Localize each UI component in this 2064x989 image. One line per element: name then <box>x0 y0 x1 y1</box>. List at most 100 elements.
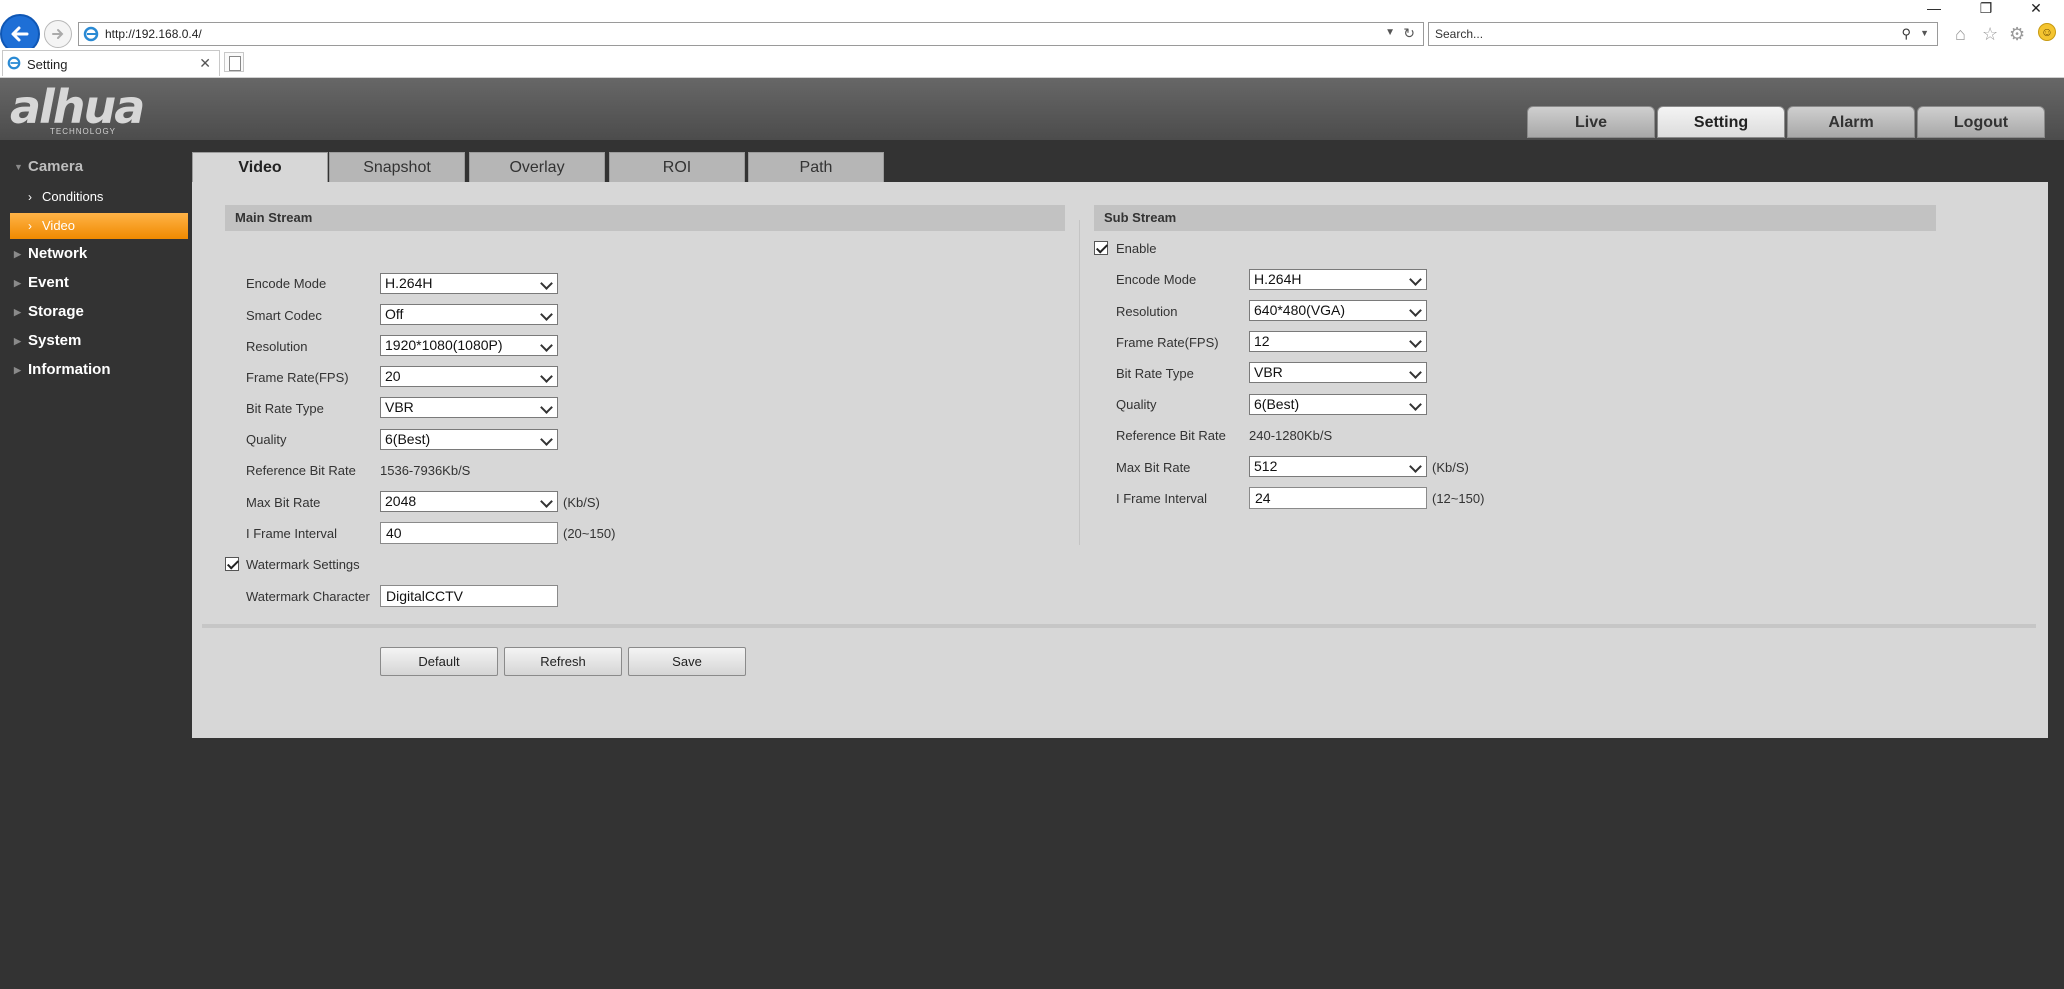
sub-i-frame-interval-input[interactable] <box>1249 487 1427 509</box>
stream-divider <box>1079 220 1080 545</box>
browser-search-input[interactable] <box>1435 26 1855 42</box>
address-url: http://192.168.0.4/ <box>105 27 202 41</box>
sidebar-group-event[interactable]: ▶ Event <box>14 274 69 291</box>
top-tab-alarm[interactable]: Alarm <box>1787 106 1915 138</box>
sub-bit-rate-type-select[interactable]: VBR <box>1249 362 1427 383</box>
ie-logo-icon <box>7 56 21 70</box>
refresh-icon[interactable]: ↻ <box>1403 25 1415 42</box>
logo-tagline: TECHNOLOGY <box>50 127 117 136</box>
browser-search-box[interactable]: ⚲ ▼ <box>1428 22 1938 46</box>
gear-icon[interactable]: ⚙ <box>2009 24 2025 45</box>
minimize-icon[interactable]: — <box>1924 0 1944 16</box>
main-i-frame-interval-range: (20~150) <box>563 526 616 541</box>
frame-rate-label: Frame Rate(FPS) <box>246 370 349 385</box>
sidebar-group-network[interactable]: ▶ Network <box>14 245 87 262</box>
sub-stream-enable-checkbox[interactable] <box>1094 241 1108 255</box>
top-tab-live[interactable]: Live <box>1527 106 1655 138</box>
sub-i-frame-interval-label: I Frame Interval <box>1116 491 1208 506</box>
main-frame-rate-select[interactable]: 20 <box>380 366 558 387</box>
i-frame-interval-label: I Frame Interval <box>246 526 338 541</box>
main-resolution-select[interactable]: 1920*1080(1080P) <box>380 335 558 356</box>
sub-stream-header: Sub Stream <box>1094 205 1936 231</box>
new-tab-button[interactable] <box>224 52 244 72</box>
tab-path[interactable]: Path <box>748 152 884 182</box>
collapsed-triangle-icon: ▶ <box>14 306 21 317</box>
sidebar-group-label: Network <box>28 245 88 262</box>
sidebar-group-label: Event <box>28 274 69 291</box>
enable-label: Enable <box>1116 241 1157 256</box>
app-header: alhua TECHNOLOGY Live Setting Alarm Logo… <box>0 78 2064 140</box>
sidebar <box>0 140 192 989</box>
close-window-icon[interactable]: ✕ <box>2026 0 2046 17</box>
top-tab-setting[interactable]: Setting <box>1657 106 1785 138</box>
main-stream-header: Main Stream <box>225 205 1065 231</box>
sidebar-group-camera[interactable]: ▼ Camera <box>14 158 83 175</box>
sidebar-group-system[interactable]: ▶ System <box>14 332 81 349</box>
sidebar-item-conditions[interactable]: › Conditions <box>10 184 188 210</box>
home-icon[interactable]: ⌂ <box>1955 24 1966 45</box>
watermark-character-input[interactable] <box>380 585 558 607</box>
dahua-logo: alhua TECHNOLOGY <box>10 80 145 136</box>
address-dropdown-icon[interactable]: ▼ <box>1385 27 1395 38</box>
ie-logo-icon <box>83 26 99 42</box>
collapsed-triangle-icon: ▶ <box>14 364 21 375</box>
forward-button[interactable] <box>44 20 72 48</box>
collapsed-triangle-icon: ▶ <box>14 248 21 259</box>
sidebar-item-label: Video <box>42 218 76 233</box>
sub-encode-mode-select[interactable]: H.264H <box>1249 269 1427 290</box>
watermark-settings-label: Watermark Settings <box>246 557 360 572</box>
sidebar-group-label: Camera <box>28 158 84 175</box>
tab-overlay[interactable]: Overlay <box>469 152 605 182</box>
sub-quality-select[interactable]: 6(Best) <box>1249 394 1427 415</box>
sub-reference-bit-rate-label: Reference Bit Rate <box>1116 428 1226 443</box>
sub-max-bit-rate-select[interactable]: 512 <box>1249 456 1427 477</box>
reference-bit-rate-label: Reference Bit Rate <box>246 463 356 478</box>
sub-max-bit-rate-unit: (Kb/S) <box>1432 460 1469 475</box>
logo-wordmark: alhua <box>10 80 145 134</box>
sidebar-item-video[interactable]: › Video <box>10 213 188 239</box>
sidebar-group-label: Information <box>28 361 111 378</box>
sidebar-group-storage[interactable]: ▶ Storage <box>14 303 84 320</box>
sub-resolution-select[interactable]: 640*480(VGA) <box>1249 300 1427 321</box>
chevron-right-icon: › <box>28 190 32 204</box>
favorites-star-icon[interactable]: ☆ <box>1982 24 1998 45</box>
browser-tab-title: Setting <box>27 57 68 72</box>
main-bit-rate-type-select[interactable]: VBR <box>380 397 558 418</box>
sub-encode-mode-label: Encode Mode <box>1116 272 1197 287</box>
top-tab-logout[interactable]: Logout <box>1917 106 2045 138</box>
sidebar-group-information[interactable]: ▶ Information <box>14 361 111 378</box>
main-i-frame-interval-input[interactable] <box>380 522 558 544</box>
main-max-bit-rate-select[interactable]: 2048 <box>380 491 558 512</box>
expanded-triangle-icon: ▼ <box>14 162 23 173</box>
smart-codec-label: Smart Codec <box>246 308 322 323</box>
watermark-character-label: Watermark Character <box>246 589 370 604</box>
sub-i-frame-interval-range: (12~150) <box>1432 491 1485 506</box>
main-smart-codec-select[interactable]: Off <box>380 304 558 325</box>
main-encode-mode-select[interactable]: H.264H <box>380 273 558 294</box>
address-bar[interactable]: http://192.168.0.4/ ▼ ↻ <box>78 22 1424 46</box>
default-button[interactable]: Default <box>380 647 498 676</box>
main-max-bit-rate-unit: (Kb/S) <box>563 495 600 510</box>
sub-max-bit-rate-label: Max Bit Rate <box>1116 460 1191 475</box>
max-bit-rate-label: Max Bit Rate <box>246 495 321 510</box>
search-dropdown-icon[interactable]: ▼ <box>1920 28 1929 38</box>
save-button[interactable]: Save <box>628 647 746 676</box>
sidebar-item-label: Conditions <box>42 189 104 204</box>
sub-frame-rate-label: Frame Rate(FPS) <box>1116 335 1219 350</box>
search-icon[interactable]: ⚲ <box>1901 26 1911 42</box>
tab-roi[interactable]: ROI <box>609 152 745 182</box>
encode-mode-label: Encode Mode <box>246 276 327 291</box>
main-quality-select[interactable]: 6(Best) <box>380 429 558 450</box>
close-tab-icon[interactable]: ✕ <box>199 55 211 72</box>
sub-frame-rate-select[interactable]: 12 <box>1249 331 1427 352</box>
watermark-settings-checkbox[interactable] <box>225 557 239 571</box>
bit-rate-type-label: Bit Rate Type <box>246 401 324 416</box>
feedback-smiley-icon[interactable]: ☺ <box>2038 23 2056 41</box>
restore-icon[interactable]: ❐ <box>1976 0 1996 17</box>
refresh-button[interactable]: Refresh <box>504 647 622 676</box>
tab-snapshot[interactable]: Snapshot <box>329 152 465 182</box>
sub-quality-label: Quality <box>1116 397 1157 412</box>
browser-tab-setting[interactable]: Setting ✕ <box>2 50 220 76</box>
main-reference-bit-rate-value: 1536-7936Kb/S <box>380 463 471 478</box>
tab-video[interactable]: Video <box>192 152 328 182</box>
